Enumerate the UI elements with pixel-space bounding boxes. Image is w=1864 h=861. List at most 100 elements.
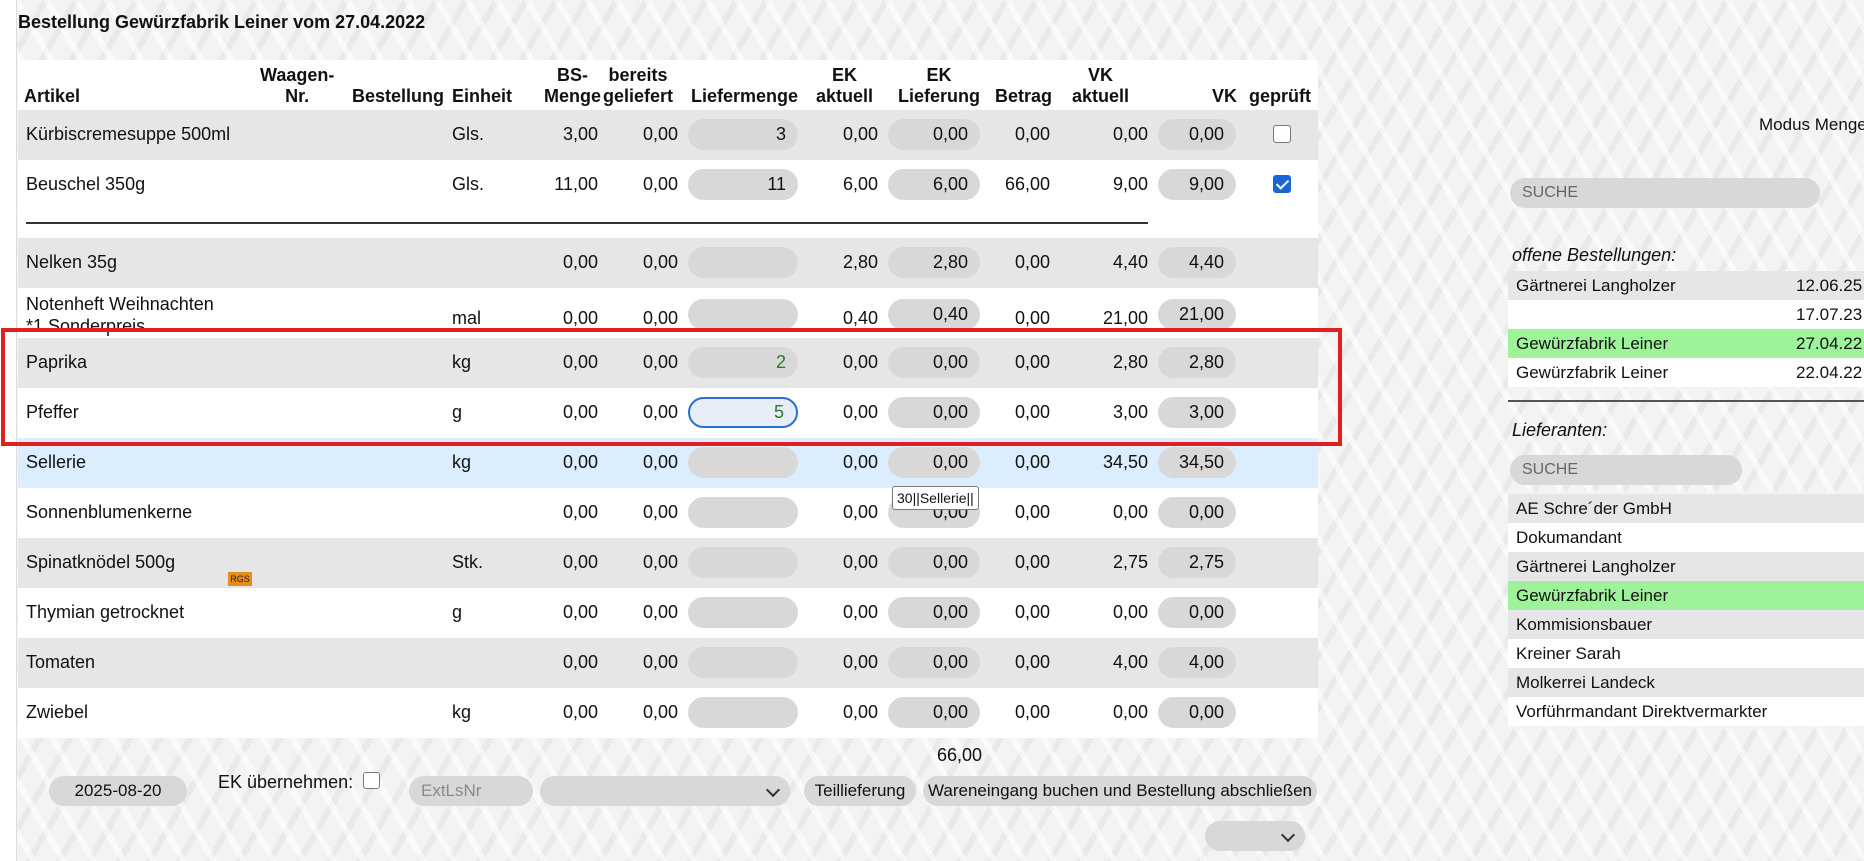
supplier-item[interactable]: Molkerrei Landeck	[1508, 668, 1864, 697]
cell-artikel: Paprika	[26, 352, 88, 372]
liefermenge-input[interactable]	[688, 547, 798, 578]
vk-input[interactable]: 0,00	[1158, 119, 1236, 150]
ek-lieferung-input[interactable]: 0,00	[888, 119, 980, 150]
bottom-select[interactable]	[1205, 821, 1305, 851]
cell-ek-aktuell: 2,80	[842, 252, 878, 272]
cell-geliefert: 0,00	[642, 174, 678, 194]
geprueft-checkbox[interactable]	[1273, 125, 1291, 143]
wareneingang-buchen-button[interactable]: Wareneingang buchen und Bestellung absch…	[923, 776, 1317, 806]
cell-bs-menge: 0,00	[562, 502, 598, 522]
vk-input[interactable]: 0,00	[1158, 697, 1236, 728]
open-order-item[interactable]: Gärtnerei Langholzer 12.06.25	[1508, 271, 1864, 300]
liefermenge-input[interactable]: 3	[688, 119, 798, 150]
ek-lieferung-input[interactable]: 0,40	[888, 299, 980, 330]
supplier-item[interactable]: AE Schre´der GmbH	[1508, 494, 1864, 523]
order-table: Artikel Waagen- Nr. Bestellung Einheit BS…	[18, 60, 1318, 738]
cell-bs-menge: 3,00	[562, 124, 598, 144]
col-liefermenge: Liefermenge	[691, 86, 799, 106]
cell-einheit: Stk.	[452, 552, 484, 572]
cell-artikel: Kürbiscremesuppe 500ml	[26, 124, 231, 144]
left-edge	[0, 0, 17, 861]
cell-artikel: Sellerie	[26, 452, 87, 472]
liefermenge-input[interactable]	[688, 247, 798, 278]
ek-uebernehmen-label: EK übernehmen:	[218, 772, 354, 792]
ek-lieferung-input[interactable]: 0,00	[888, 697, 980, 728]
liefermenge-input[interactable]	[688, 647, 798, 678]
extlsnr-input[interactable]: ExtLsNr	[409, 776, 533, 806]
mode-label: Modus Menge	[1759, 115, 1864, 134]
ek-uebernehmen-checkbox[interactable]	[363, 772, 380, 789]
cell-geliefert: 0,00	[642, 552, 678, 572]
cell-ek-aktuell: 0,00	[842, 652, 878, 672]
vk-input[interactable]: 2,80	[1158, 347, 1236, 378]
liefermenge-input-focused[interactable]: 5	[688, 397, 798, 428]
vk-input[interactable]: 9,00	[1158, 169, 1236, 200]
date-button[interactable]: 2025-08-20	[49, 776, 187, 806]
vk-input[interactable]: 2,75	[1158, 547, 1236, 578]
liefermenge-input[interactable]	[688, 447, 798, 478]
ek-lieferung-input[interactable]: 0,00	[888, 347, 980, 378]
supplier-item-active[interactable]: Gewürzfabrik Leiner	[1508, 581, 1864, 610]
cell-ek-aktuell: 6,00	[842, 174, 878, 194]
table-row: Spinatknödel 500g RGS Stk. 0,00 0,00 0,0…	[18, 538, 1318, 588]
liefermenge-input[interactable]: 11	[688, 169, 798, 200]
liefermenge-input[interactable]: 2	[688, 347, 798, 378]
open-order-item[interactable]: 17.07.23	[1508, 300, 1864, 329]
supplier-item[interactable]: Vorführmandant Direktvermarkter	[1508, 697, 1864, 726]
cell-vk-aktuell: 2,75	[1112, 552, 1148, 572]
col-bereits-geliefert: bereits geliefert	[603, 65, 674, 106]
vk-input[interactable]: 3,00	[1158, 397, 1236, 428]
geprueft-checkbox[interactable]	[1273, 175, 1291, 193]
vk-input[interactable]: 4,00	[1158, 647, 1236, 678]
cell-bs-menge: 0,00	[562, 252, 598, 272]
cell-artikel: Thymian getrocknet	[26, 602, 185, 622]
ek-lieferung-input[interactable]: 2,80	[888, 247, 980, 278]
panel-divider	[1508, 400, 1864, 402]
supplier-item[interactable]: Gärtnerei Langholzer	[1508, 552, 1864, 581]
cell-artikel: Nelken 35g	[26, 252, 118, 272]
cell-vk-aktuell: 21,00	[1102, 308, 1148, 328]
vk-input[interactable]: 4,40	[1158, 247, 1236, 278]
ek-lieferung-input[interactable]: 0,00	[888, 447, 980, 478]
table-row: Kürbiscremesuppe 500ml Gls. 3,00 0,00 3 …	[18, 110, 1318, 160]
search-input[interactable]: SUCHE	[1510, 178, 1820, 208]
open-order-item-active[interactable]: Gewürzfabrik Leiner 27.04.22	[1508, 329, 1864, 358]
supplier-select[interactable]	[540, 776, 790, 806]
separator-line	[26, 222, 1148, 224]
cell-betrag: 0,00	[1014, 352, 1050, 372]
ek-lieferung-input[interactable]: 6,00	[888, 169, 980, 200]
cell-vk-aktuell: 9,00	[1112, 174, 1148, 194]
table-row-highlighted: Sellerie kg 0,00 0,00 0,00 0,00 0,00 34,…	[18, 438, 1318, 488]
vk-input[interactable]: 0,00	[1158, 597, 1236, 628]
cell-artikel: Tomaten	[26, 652, 96, 672]
liefermenge-input[interactable]	[688, 299, 798, 330]
vk-input[interactable]: 34,50	[1158, 447, 1236, 478]
liefermenge-input[interactable]	[688, 497, 798, 528]
cell-bs-menge: 0,00	[562, 308, 598, 328]
liefermenge-input[interactable]	[688, 597, 798, 628]
ek-lieferung-input[interactable]: 0,00	[888, 647, 980, 678]
col-geprueft: geprüft	[1249, 86, 1311, 106]
vk-input[interactable]: 0,00	[1158, 497, 1236, 528]
suppliers-list: AE Schre´der GmbH Dokumandant Gärtnerei …	[1508, 494, 1864, 726]
ek-lieferung-input[interactable]: 0,00	[888, 547, 980, 578]
col-bs-menge: BS- Menge	[544, 65, 602, 106]
vk-input[interactable]: 21,00	[1158, 299, 1236, 330]
liefermenge-input[interactable]	[688, 697, 798, 728]
supplier-item[interactable]: Kommisionsbauer	[1508, 610, 1864, 639]
open-order-item[interactable]: Gewürzfabrik Leiner 22.04.22	[1508, 358, 1864, 387]
cell-betrag: 0,00	[1014, 402, 1050, 422]
cell-vk-aktuell: 2,80	[1112, 352, 1148, 372]
supplier-item[interactable]: Kreiner Sarah	[1508, 639, 1864, 668]
cell-bs-menge: 0,00	[562, 702, 598, 722]
col-einheit: Einheit	[452, 86, 513, 106]
ek-lieferung-input[interactable]: 0,00	[888, 597, 980, 628]
ek-lieferung-input[interactable]: 0,00	[888, 397, 980, 428]
teillieferung-button[interactable]: Teillieferung	[804, 776, 916, 806]
table-row: Tomaten 0,00 0,00 0,00 0,00 0,00 4,00 4,…	[18, 638, 1318, 688]
cell-geliefert: 0,00	[642, 124, 678, 144]
supplier-search-input[interactable]: SUCHE	[1510, 455, 1742, 485]
open-orders-title: offene Bestellungen:	[1512, 245, 1677, 265]
chevron-down-icon	[765, 782, 781, 798]
supplier-item[interactable]: Dokumandant	[1508, 523, 1864, 552]
